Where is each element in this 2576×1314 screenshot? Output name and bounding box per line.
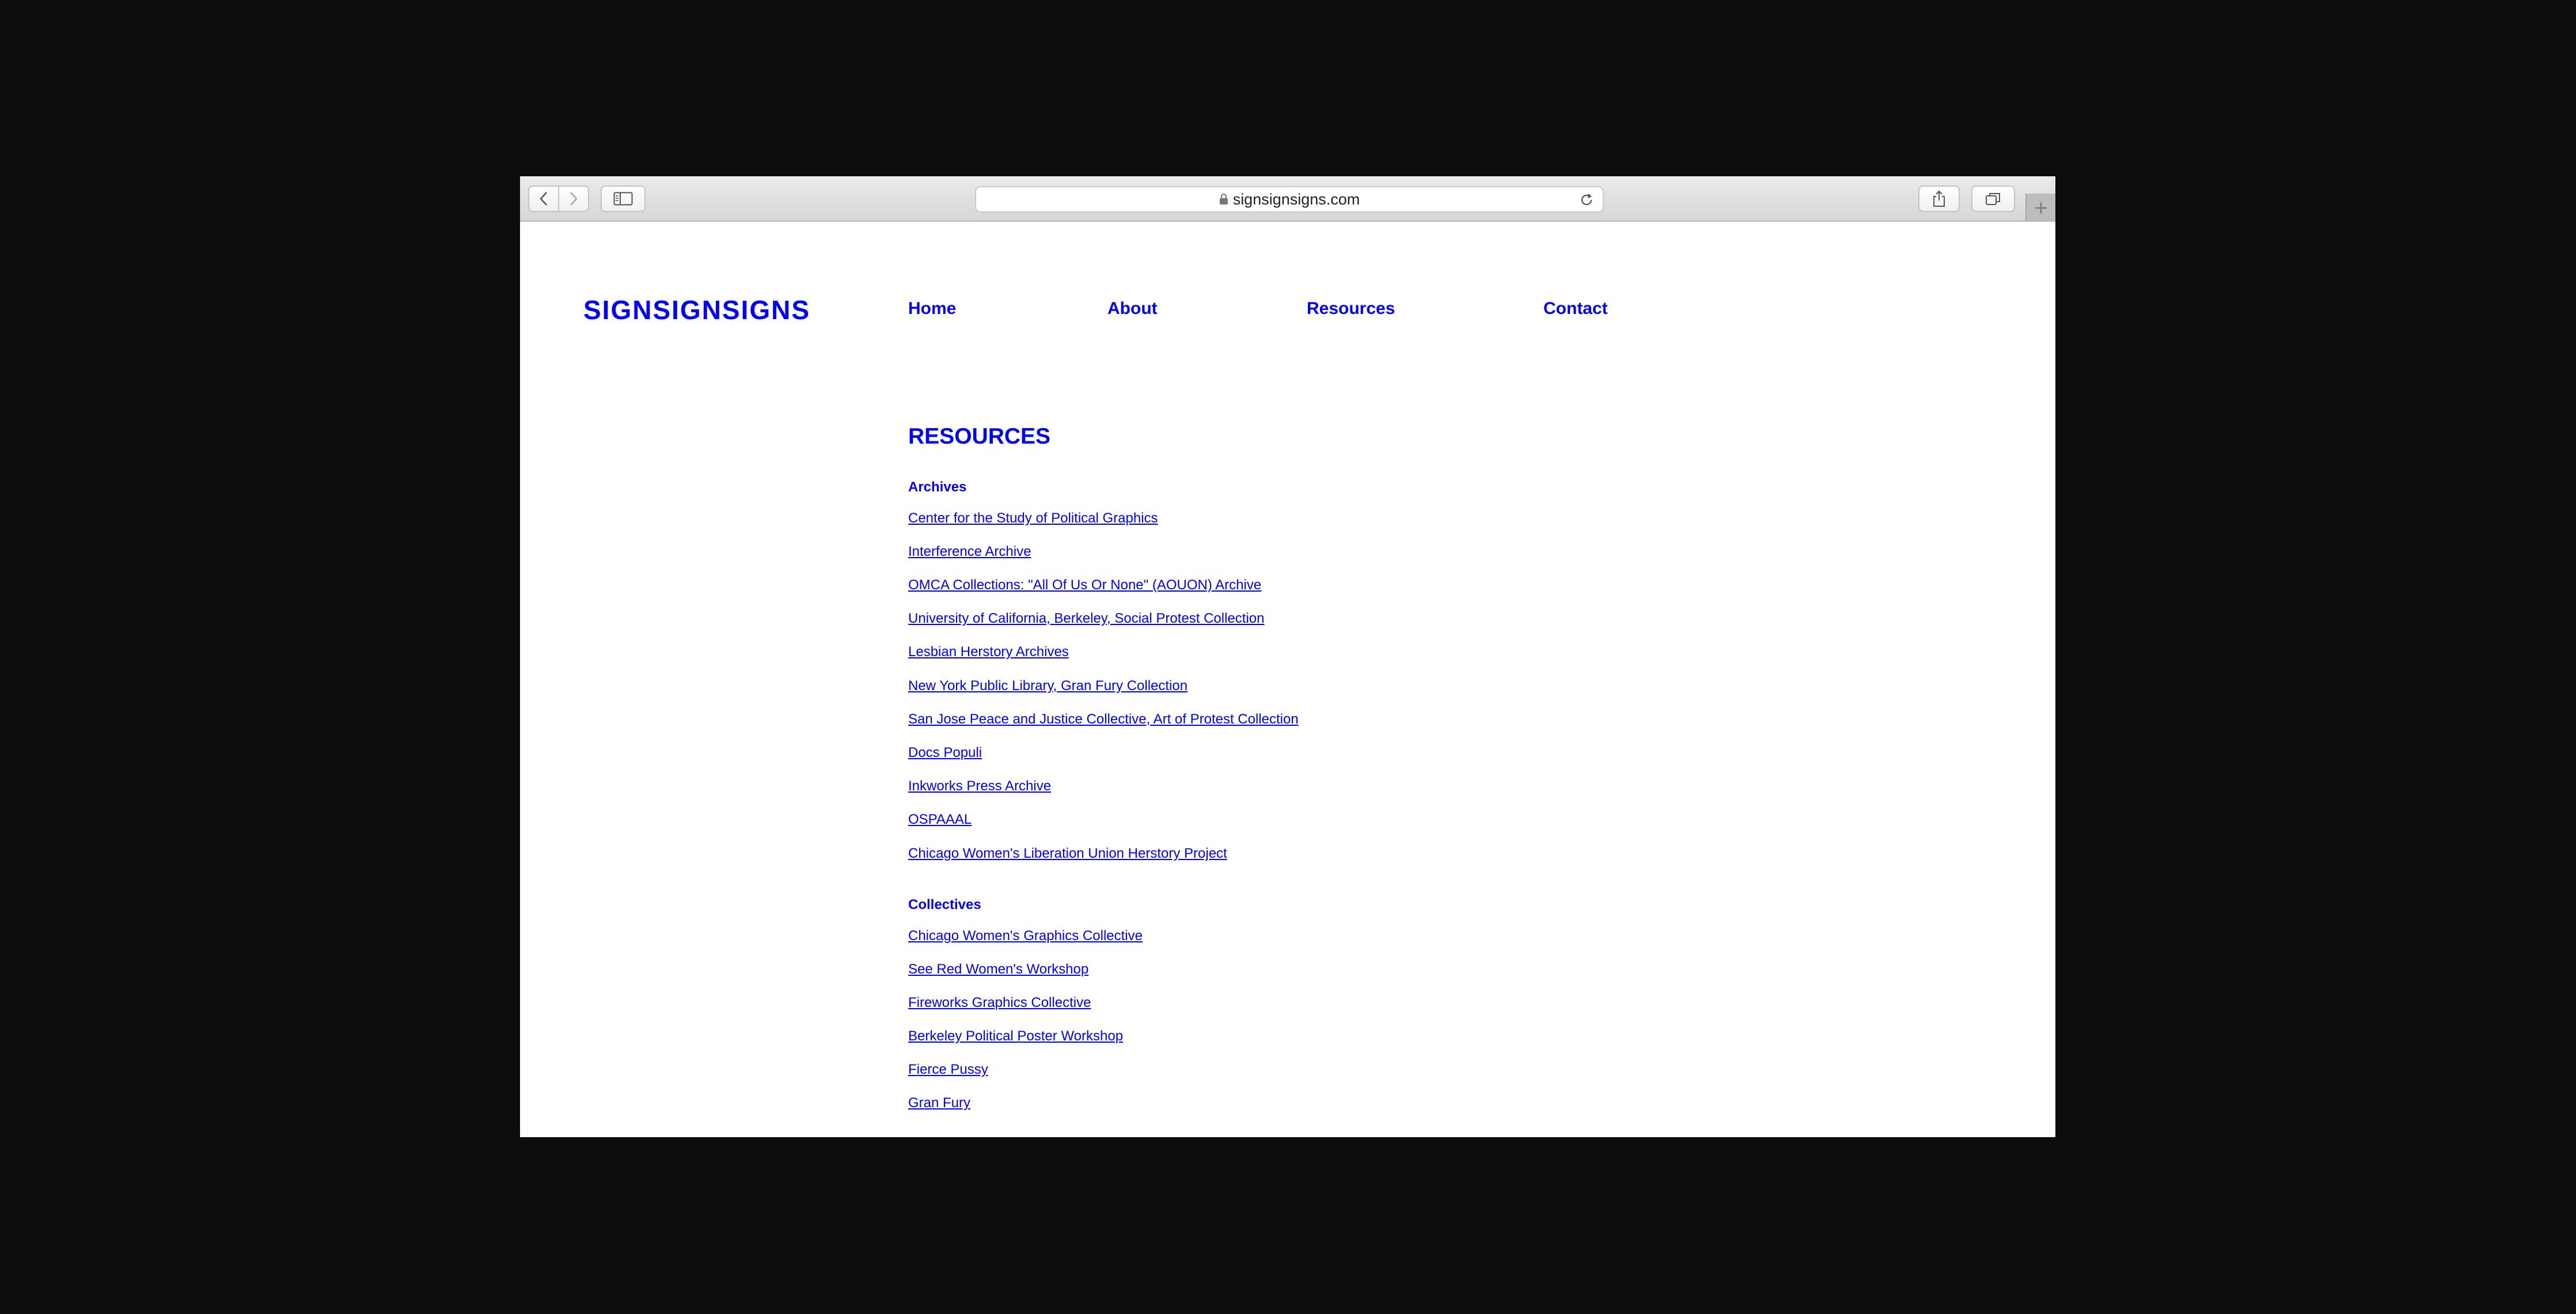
new-tab-button[interactable] xyxy=(2025,194,2055,222)
resource-link[interactable]: Fierce Pussy xyxy=(908,1062,988,1077)
browser-window: signsignsigns.com SIGNSIGNSIGNS Home Abo… xyxy=(520,176,2055,1137)
browser-toolbar: signsignsigns.com xyxy=(520,176,2055,222)
list-item: New York Public Library, Gran Fury Colle… xyxy=(908,677,1714,711)
list-item: Berkeley Political Poster Workshop xyxy=(908,1028,1714,1061)
list-item: Fireworks Graphics Collective xyxy=(908,994,1714,1028)
sidebar-icon xyxy=(613,192,633,206)
resources-content: RESOURCES Archives Center for the Study … xyxy=(908,424,1714,1129)
plus-icon xyxy=(2035,202,2047,214)
list-item: OSPAAAL xyxy=(908,811,1714,845)
list-item: University of California, Berkeley, Soci… xyxy=(908,610,1714,643)
section-title-collectives: Collectives xyxy=(908,896,981,912)
nav-about-link[interactable]: About xyxy=(1107,299,1158,319)
share-icon xyxy=(1933,190,1945,207)
resource-link[interactable]: Interference Archive xyxy=(908,544,1031,559)
lock-icon xyxy=(1219,194,1228,205)
resource-link[interactable]: Inkworks Press Archive xyxy=(908,778,1051,794)
list-item: Fierce Pussy xyxy=(908,1061,1714,1095)
list-item: Interference Archive xyxy=(908,543,1714,577)
resource-link[interactable]: OSPAAAL xyxy=(908,812,972,827)
back-button[interactable] xyxy=(528,185,559,212)
resource-link[interactable]: Chicago Women's Graphics Collective xyxy=(908,928,1143,944)
list-item: Lesbian Herstory Archives xyxy=(908,643,1714,677)
list-item: San Jose Peace and Justice Collective, A… xyxy=(908,711,1714,744)
chevron-right-icon xyxy=(570,192,578,206)
site-logo[interactable]: SIGNSIGNSIGNS xyxy=(583,294,810,325)
url-text: signsignsigns.com xyxy=(1232,190,1360,208)
resource-link[interactable]: Lesbian Herstory Archives xyxy=(908,644,1069,660)
resource-link[interactable]: Fireworks Graphics Collective xyxy=(908,995,1091,1010)
resource-link[interactable]: San Jose Peace and Justice Collective, A… xyxy=(908,711,1299,727)
forward-button[interactable] xyxy=(558,185,589,212)
list-item: See Red Women's Workshop xyxy=(908,961,1714,994)
reload-icon[interactable] xyxy=(1579,192,1595,208)
resource-link[interactable]: University of California, Berkeley, Soci… xyxy=(908,611,1264,626)
resource-link[interactable]: Gran Fury xyxy=(908,1095,970,1111)
resource-link[interactable]: Berkeley Political Poster Workshop xyxy=(908,1028,1123,1044)
tabs-overview-button[interactable] xyxy=(1971,185,2015,212)
resource-link[interactable]: Chicago Women's Liberation Union Herstor… xyxy=(908,846,1227,861)
share-button[interactable] xyxy=(1918,185,1960,212)
web-page: SIGNSIGNSIGNS Home About Resources Conta… xyxy=(520,222,2055,1137)
list-item: Inkworks Press Archive xyxy=(908,778,1714,811)
section-title-archives: Archives xyxy=(908,479,967,495)
nav-contact-link[interactable]: Contact xyxy=(1543,299,1608,319)
list-item: Docs Populi xyxy=(908,744,1714,778)
list-item: Chicago Women's Liberation Union Herstor… xyxy=(908,845,1714,878)
nav-resources-link[interactable]: Resources xyxy=(1307,299,1395,319)
resource-link[interactable]: Docs Populi xyxy=(908,745,982,760)
archives-list: Center for the Study of Political Graphi… xyxy=(908,510,1714,878)
resource-link[interactable]: New York Public Library, Gran Fury Colle… xyxy=(908,678,1188,694)
list-item: Chicago Women's Graphics Collective xyxy=(908,927,1714,961)
address-bar[interactable]: signsignsigns.com xyxy=(975,186,1604,213)
resource-link[interactable]: Center for the Study of Political Graphi… xyxy=(908,510,1158,526)
tabs-icon xyxy=(1986,193,2000,205)
nav-home-link[interactable]: Home xyxy=(908,299,956,319)
resource-link[interactable]: OMCA Collections: "All Of Us Or None" (A… xyxy=(908,577,1261,593)
list-item: Gran Fury xyxy=(908,1095,1714,1128)
list-item: Center for the Study of Political Graphi… xyxy=(908,510,1714,543)
page-title: RESOURCES xyxy=(908,424,1051,449)
sidebar-button[interactable] xyxy=(601,185,646,212)
collectives-list: Chicago Women's Graphics Collective See … xyxy=(908,927,1714,1129)
resource-link[interactable]: See Red Women's Workshop xyxy=(908,961,1088,977)
list-item: OMCA Collections: "All Of Us Or None" (A… xyxy=(908,577,1714,610)
chevron-left-icon xyxy=(540,192,547,206)
